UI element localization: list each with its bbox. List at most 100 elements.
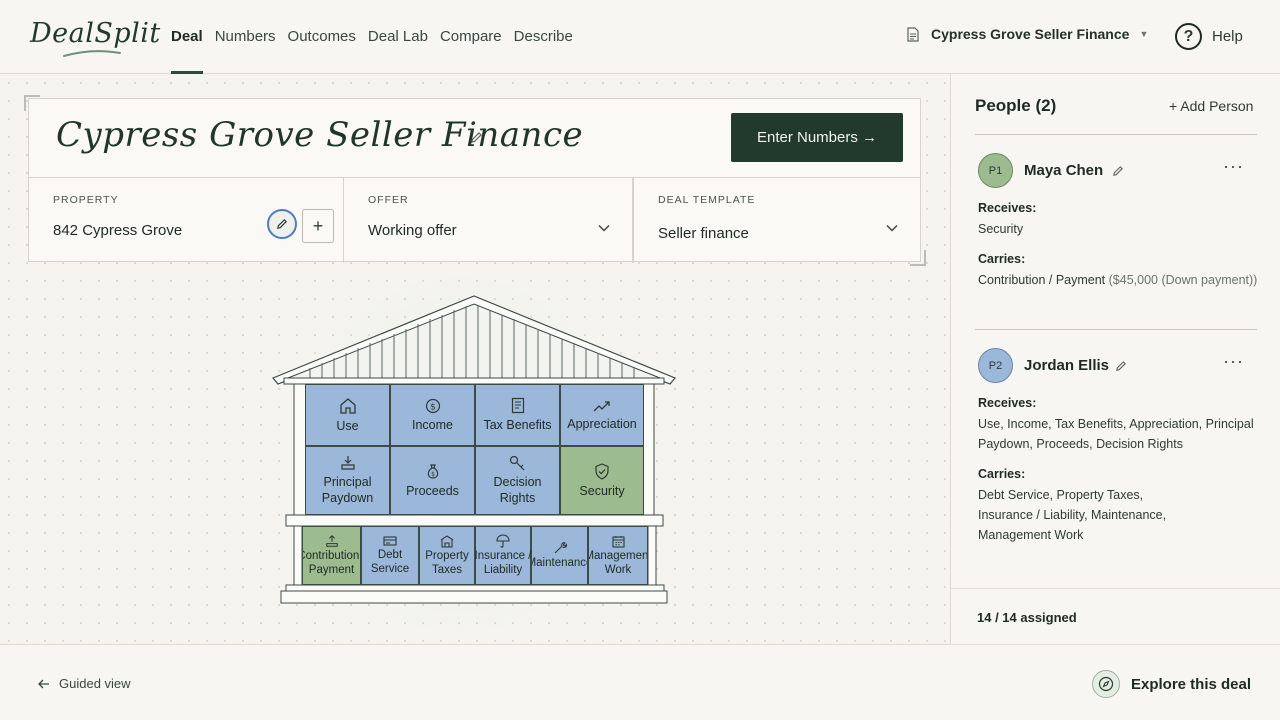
person-name: Jordan Ellis — [1024, 357, 1110, 374]
tab-describe[interactable]: Describe — [514, 0, 573, 74]
person-name: Maya Chen — [1024, 162, 1104, 179]
caret-down-icon: ▼ — [1139, 29, 1149, 39]
app-logo[interactable]: DealSplit — [30, 18, 161, 49]
divider — [975, 134, 1257, 135]
compass-icon — [1092, 670, 1120, 698]
house-cell-debt-service[interactable]: Debt Service — [361, 526, 419, 585]
house-cell-decision-rights[interactable]: Decision Rights — [475, 446, 560, 515]
carries-note: ($45,000 (Down payment)) — [1108, 273, 1258, 287]
explore-deal-button[interactable]: Explore this deal — [1092, 670, 1251, 698]
carries-label: Carries: — [978, 467, 1026, 481]
building-icon — [440, 534, 454, 548]
chevron-down-icon[interactable] — [886, 224, 898, 232]
logo-swoosh-icon — [63, 50, 121, 57]
house-cell-insurance-liability[interactable]: Insurance / Liability — [475, 526, 531, 585]
house-cell-contribution-payment[interactable]: Contribution / Payment — [302, 526, 361, 585]
deal-fields: PROPERTY 842 Cypress Grove + OFFER Worki… — [29, 177, 920, 263]
house-cell-income[interactable]: $ Income — [390, 384, 475, 446]
footer-bar: Guided view Explore this deal — [0, 644, 1280, 720]
carries-label: Carries: — [978, 252, 1026, 266]
deal-canvas: Cypress Grove Seller Finance Enter Numbe… — [0, 74, 950, 644]
umbrella-icon — [496, 534, 510, 548]
svg-text:$: $ — [431, 471, 435, 478]
top-bar: DealSplit Deal Numbers Outcomes Deal Lab… — [0, 0, 1280, 74]
help-label: Help — [1212, 28, 1243, 45]
enter-numbers-button[interactable]: Enter Numbers → — [731, 113, 903, 162]
chevron-down-icon[interactable] — [598, 224, 610, 232]
wrench-icon — [554, 542, 567, 554]
tab-deal-lab[interactable]: Deal Lab — [368, 0, 428, 74]
key-icon — [509, 455, 525, 471]
tab-outcomes[interactable]: Outcomes — [288, 0, 356, 74]
tab-numbers[interactable]: Numbers — [215, 0, 276, 74]
help-circle-icon: ? — [1175, 23, 1202, 50]
house-cell-proceeds[interactable]: $ Proceeds — [390, 446, 475, 515]
tab-deal[interactable]: Deal — [171, 0, 203, 74]
deal-house: Use $ Income Tax Benefits Appreciation P… — [270, 294, 680, 614]
receipt-icon — [511, 397, 524, 414]
guided-view-link[interactable]: Guided view — [38, 676, 131, 691]
template-field[interactable]: DEAL TEMPLATE Seller finance — [633, 178, 920, 263]
pencil-icon — [277, 218, 288, 229]
edit-property-button[interactable] — [267, 209, 297, 239]
more-options-icon[interactable]: ··· — [1223, 156, 1244, 177]
tab-compare[interactable]: Compare — [440, 0, 502, 74]
document-name: Cypress Grove Seller Finance — [931, 26, 1130, 42]
trend-up-icon — [593, 400, 610, 411]
carries-text: Debt Service, Property Taxes, Insurance … — [978, 488, 1167, 542]
document-icon — [907, 26, 919, 42]
house-cell-security[interactable]: Security — [560, 446, 644, 515]
download-tray-icon — [340, 456, 355, 470]
card-icon — [383, 536, 397, 546]
shield-check-icon — [595, 462, 609, 480]
receives-label: Receives: — [978, 396, 1037, 410]
offer-value: Working offer — [368, 222, 457, 239]
template-label: DEAL TEMPLATE — [658, 194, 756, 206]
offer-field[interactable]: OFFER Working offer — [344, 178, 633, 263]
people-panel: People (2) + Add Person P1 Maya Chen ···… — [950, 74, 1280, 644]
deal-card: Cypress Grove Seller Finance Enter Numbe… — [28, 98, 921, 263]
explore-label: Explore this deal — [1131, 675, 1252, 693]
receives-text: Security — [978, 222, 1024, 236]
template-value: Seller finance — [658, 225, 749, 242]
house-cell-use[interactable]: Use — [305, 384, 390, 446]
help-button[interactable]: ? Help — [1175, 23, 1243, 50]
arrow-left-icon — [38, 679, 49, 688]
pencil-icon[interactable] — [470, 131, 483, 144]
house-cell-appreciation[interactable]: Appreciation — [560, 384, 644, 446]
add-person-button[interactable]: + Add Person — [1169, 98, 1253, 114]
people-title: People (2) — [975, 96, 1057, 115]
document-selector[interactable]: Cypress Grove Seller Finance ▼ — [907, 26, 1148, 42]
house-cell-maintenance[interactable]: Maintenance — [531, 526, 588, 585]
corner-marker — [910, 250, 926, 266]
assigned-count: 14 / 14 assigned — [977, 610, 1077, 625]
money-bag-icon: $ — [427, 463, 438, 479]
dollar-circle-icon: $ — [425, 398, 440, 413]
house-cell-property-taxes[interactable]: Property Taxes — [419, 526, 475, 585]
main-nav: Deal Numbers Outcomes Deal Lab Compare D… — [171, 0, 585, 74]
divider — [951, 588, 1280, 589]
more-options-icon[interactable]: ··· — [1223, 351, 1244, 372]
house-icon — [339, 397, 356, 414]
property-label: PROPERTY — [53, 194, 119, 206]
svg-text:$: $ — [430, 402, 436, 412]
carries-text: Contribution / Payment ($45,000 (Down pa… — [978, 270, 1260, 290]
carries-items: Contribution / Payment — [978, 273, 1106, 287]
house-cell-tax-benefits[interactable]: Tax Benefits — [475, 384, 560, 446]
pencil-icon[interactable] — [1115, 360, 1127, 372]
guided-view-label: Guided view — [59, 676, 131, 691]
receives-label: Receives: — [978, 201, 1037, 215]
property-value[interactable]: 842 Cypress Grove — [53, 222, 182, 239]
house-cell-principal-paydown[interactable]: Principal Paydown — [305, 446, 390, 515]
offer-label: OFFER — [368, 194, 409, 206]
calendar-icon — [611, 535, 625, 548]
deal-title: Cypress Grove Seller Finance — [56, 115, 584, 155]
pencil-icon[interactable] — [1112, 165, 1124, 177]
divider — [975, 329, 1257, 330]
avatar: P2 — [978, 348, 1013, 383]
house-cell-management-work[interactable]: Management Work — [588, 526, 648, 585]
property-field: PROPERTY 842 Cypress Grove + — [29, 178, 344, 263]
add-property-button[interactable]: + — [302, 209, 334, 243]
avatar: P1 — [978, 153, 1013, 188]
receives-text: Use, Income, Tax Benefits, Appreciation,… — [978, 417, 1254, 451]
